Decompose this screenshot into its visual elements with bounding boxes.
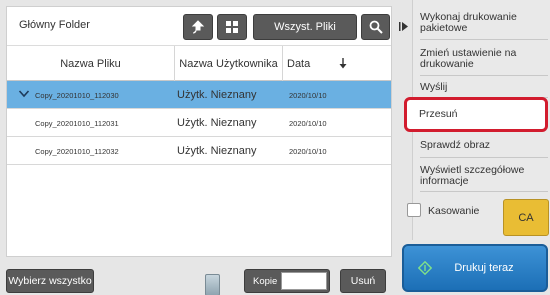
table-row[interactable]: Copy_20201010_112032 Użytk. Nieznany 202… (7, 137, 391, 165)
collapse-arrow-icon (398, 21, 408, 31)
up-folder-button[interactable] (183, 14, 213, 40)
file-name: Copy_20201010_112031 (35, 118, 119, 128)
file-name: Copy_20201010_112032 (35, 146, 119, 156)
table-row[interactable]: Copy_20201010_112031 Użytk. Nieznany 202… (7, 109, 391, 137)
batch-print-action[interactable]: Wykonaj drukowanie pakietowe (420, 6, 548, 40)
send-action[interactable]: Wyślij (420, 78, 548, 98)
change-print-settings-action[interactable]: Zmień ustawienie na drukowanie (420, 42, 548, 76)
start-icon (418, 261, 432, 275)
user-name: Użytk. Nieznany (177, 145, 257, 157)
bottom-bar: Wybierz wszystko Kopie Usuń (0, 264, 392, 295)
file-name: Copy_20201010_112030 (35, 90, 119, 100)
topbar: Główny Folder Wszyst. Pliki (7, 7, 391, 43)
ca-button[interactable]: CA (503, 199, 549, 236)
select-all-button[interactable]: Wybierz wszystko (6, 269, 94, 293)
toner-icon (205, 274, 220, 295)
file-date: 2020/10/10 (289, 90, 327, 100)
column-user-name[interactable]: Nazwa Użytkownika (175, 46, 283, 82)
copies-label: Kopie (253, 276, 278, 287)
file-list-area: Główny Folder Wszyst. Pliki Nazwa Pliku … (6, 6, 392, 257)
move-action[interactable]: Przesuń (404, 97, 548, 132)
delete-after-label: Kasowanie (428, 205, 480, 217)
table-header: Nazwa Pliku Nazwa Użytkownika Data (7, 45, 391, 82)
user-name: Użytk. Nieznany (177, 89, 257, 101)
user-name: Użytk. Nieznany (177, 117, 257, 129)
check-image-action[interactable]: Sprawdź obraz (420, 134, 548, 158)
folder-label: Główny Folder (19, 19, 90, 31)
print-now-label: Drukuj teraz (454, 262, 514, 274)
up-arrow-icon (191, 20, 205, 34)
file-date: 2020/10/10 (289, 118, 327, 128)
panel-toggle-handle[interactable] (396, 6, 410, 46)
print-now-button[interactable]: Drukuj teraz (402, 244, 548, 292)
all-files-button[interactable]: Wszyst. Pliki (253, 14, 357, 40)
table-row[interactable]: Copy_20201010_112030 Użytk. Nieznany 202… (7, 81, 391, 109)
delete-button[interactable]: Usuń (340, 269, 386, 293)
column-file-name[interactable]: Nazwa Pliku (7, 46, 175, 82)
grid-view-button[interactable] (217, 14, 247, 40)
delete-after-checkbox[interactable] (407, 203, 421, 217)
copies-input[interactable] (281, 272, 327, 290)
grid-view-icon (226, 21, 238, 33)
search-icon (369, 20, 383, 34)
check-icon (18, 90, 30, 98)
file-date: 2020/10/10 (289, 146, 327, 156)
search-button[interactable] (361, 14, 390, 40)
sort-down-icon[interactable] (339, 58, 347, 69)
detailed-info-action[interactable]: Wyświetl szczegółowe informacje (420, 160, 548, 192)
copies-control: Kopie (244, 269, 330, 293)
